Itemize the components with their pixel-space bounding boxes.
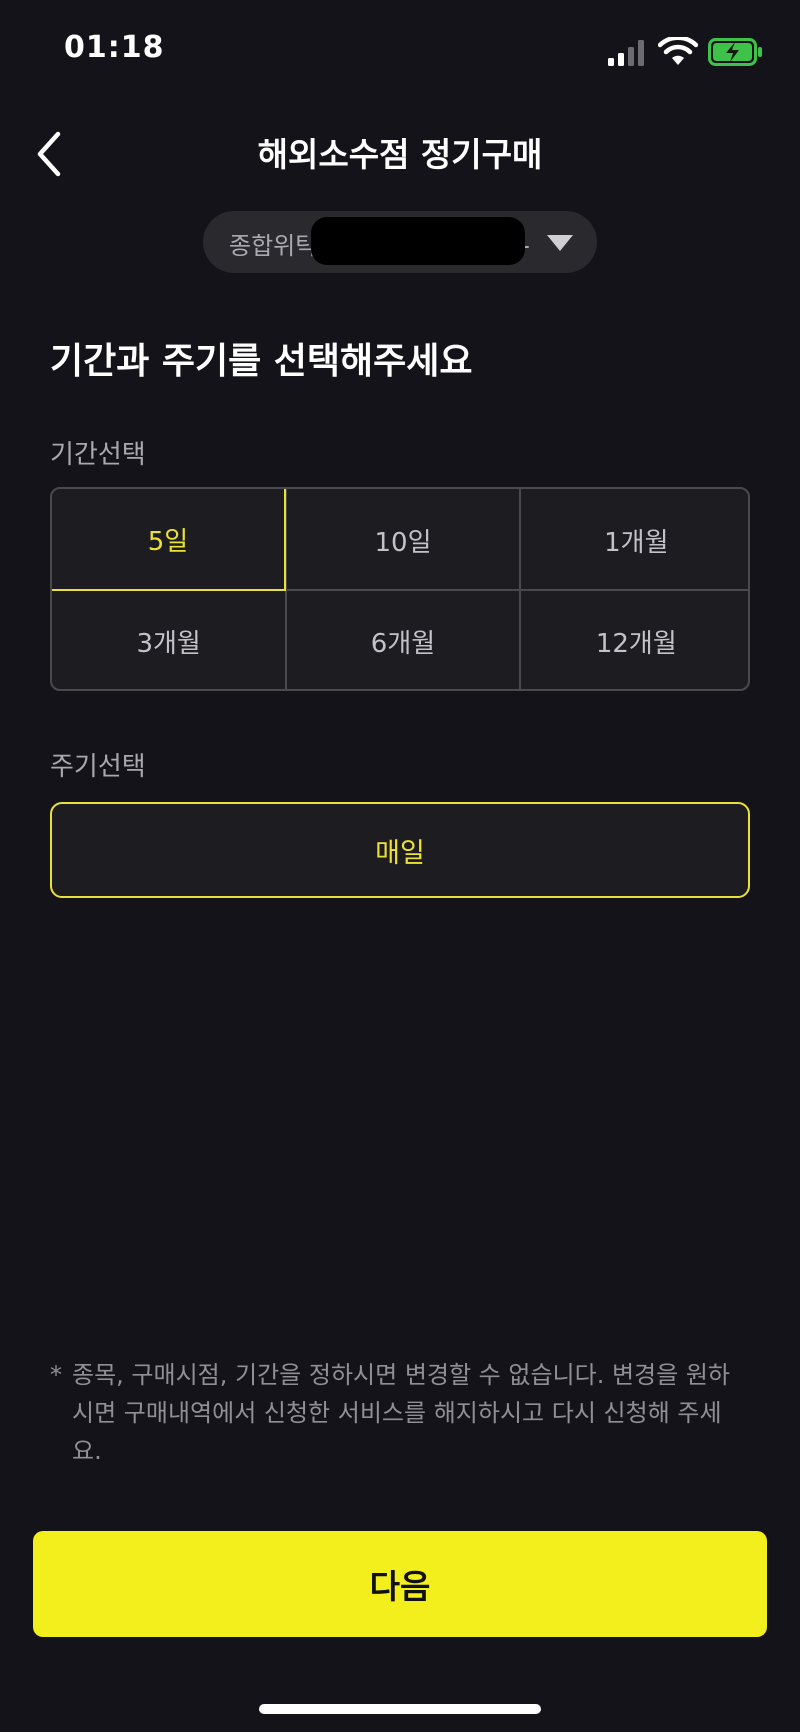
page-title: 해외소수점 정기구매 (257, 135, 543, 174)
period-option-1m[interactable]: 1개월 (518, 489, 748, 591)
home-indicator[interactable] (259, 1704, 541, 1714)
status-time: 01:18 (64, 30, 165, 65)
caret-down-icon (547, 235, 573, 251)
notice-text: 종목, 구매시점, 기간을 정하시면 변경할 수 없습니다. 변경을 원하시면 … (72, 1361, 730, 1465)
next-button[interactable]: 다음 (33, 1531, 767, 1637)
screen: 01:18 해외소수점 정기구매 종합위탁 229-902-356-01 (0, 0, 800, 1732)
period-options: 5일 10일 1개월 3개월 6개월 12개월 (50, 487, 750, 691)
period-label: 기간선택 (50, 440, 146, 470)
cycle-label: 주기선택 (50, 752, 146, 782)
period-option-3m[interactable]: 3개월 (52, 589, 286, 689)
section-heading: 기간과 주기를 선택해주세요 (50, 341, 473, 382)
wifi-icon (658, 37, 698, 65)
period-option-6m[interactable]: 6개월 (285, 589, 519, 689)
redaction-mask (311, 217, 525, 265)
notice: * 종목, 구매시점, 기간을 정하시면 변경할 수 없습니다. 변경을 원하시… (50, 1356, 750, 1470)
account-type-label: 종합위탁 (229, 232, 318, 260)
cycle-option-daily[interactable]: 매일 (50, 802, 750, 898)
signal-icon (608, 40, 644, 66)
account-selector[interactable]: 종합위탁 229-902-356-01 (203, 211, 597, 273)
notice-asterisk: * (50, 1361, 62, 1389)
period-option-10d[interactable]: 10일 (285, 489, 518, 591)
battery-charging-icon (708, 38, 762, 66)
period-option-5d[interactable]: 5일 (52, 489, 286, 591)
period-option-12m[interactable]: 12개월 (518, 589, 748, 689)
